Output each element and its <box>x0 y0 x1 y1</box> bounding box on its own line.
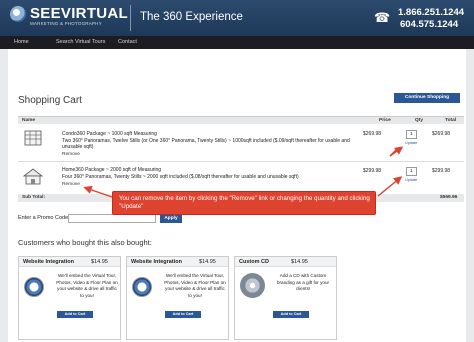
apply-button[interactable]: Apply <box>160 214 182 223</box>
remove-link[interactable]: Remove <box>62 152 80 157</box>
product-card: Custom CD $14.95 Add a CD with Custom br… <box>234 256 337 340</box>
add-to-cart-button[interactable]: Add to Cart <box>165 311 201 318</box>
row-divider <box>18 161 464 162</box>
product-name[interactable]: Website Integration <box>23 259 74 265</box>
item-price: $299.98 <box>363 168 382 174</box>
cd-disc-icon <box>240 273 265 298</box>
annotation-callout: You can remove the item by clicking the … <box>112 191 376 215</box>
nav-contact[interactable]: Contact <box>118 39 137 45</box>
cart-item-title: Condo360 Package ~ 1000 sqft Measuring <box>62 131 157 137</box>
promo-code-label: Enter a Promo Code: <box>18 215 70 221</box>
cart-table-header: Name Price Qty Total <box>18 116 464 124</box>
product-price: $14.95 <box>199 259 216 265</box>
house-icon <box>22 168 44 185</box>
product-description: We'll embed the Virtual Tour, Photos, Vi… <box>164 273 226 298</box>
column-qty: Qty <box>415 118 423 123</box>
subtotal-value: $569.96 <box>440 195 458 200</box>
promo-code-input[interactable] <box>68 214 156 223</box>
card-header: Website Integration $14.95 <box>127 257 228 267</box>
product-price: $14.95 <box>91 259 108 265</box>
phone-icon: ☎ <box>374 10 391 25</box>
card-header: Website Integration $14.95 <box>19 257 120 267</box>
product-name[interactable]: Custom CD <box>239 259 269 265</box>
card-header: Custom CD $14.95 <box>235 257 336 267</box>
item-price: $269.98 <box>363 131 382 137</box>
cart-item-title: Home360 Package ~ 2000 sqft of Measuring <box>62 167 162 173</box>
logo-text[interactable]: SEEVIRTUAL <box>30 5 128 22</box>
product-card: Website Integration $14.95 We'll embed t… <box>126 256 229 340</box>
cart-item-description: Two 360° Panoramas, Twelve Stills (or On… <box>62 138 350 151</box>
quantity-input[interactable]: 1 <box>406 167 417 176</box>
logo-subtitle: MARKETING & PHOTOGRAPHY <box>30 21 102 26</box>
add-to-cart-button[interactable]: Add to Cart <box>57 311 93 318</box>
product-name[interactable]: Website Integration <box>131 259 182 265</box>
update-link[interactable]: Update <box>405 141 417 145</box>
remove-link[interactable]: Remove <box>62 182 80 187</box>
globe-logo-icon[interactable] <box>10 6 26 22</box>
column-price: Price <box>379 118 391 123</box>
column-total: Total <box>445 118 457 123</box>
nav-home[interactable]: Home <box>14 39 29 45</box>
phone-number-2: 604.575.1244 <box>400 19 459 30</box>
quantity-input[interactable]: 1 <box>406 130 417 139</box>
main-nav: Home Search Virtual Tours Contact <box>0 36 474 49</box>
cart-item-description: Four 360° Panoramas, Twenty Stills ~ 200… <box>62 174 299 180</box>
product-card: Website Integration $14.95 We'll embed t… <box>18 256 121 340</box>
condo-building-icon <box>24 130 42 146</box>
continue-shopping-button[interactable]: Continue Shopping <box>394 93 460 103</box>
update-link[interactable]: Update <box>405 178 417 182</box>
also-bought-title: Customers who bought this also bought: <box>18 238 152 247</box>
product-price: $14.95 <box>291 259 308 265</box>
header-divider <box>130 5 131 31</box>
site-header: SEEVIRTUAL MARKETING & PHOTOGRAPHY The 3… <box>0 0 474 36</box>
integration-badge-icon <box>132 277 152 297</box>
item-total: $269.98 <box>432 131 451 137</box>
phone-number-1: 1.866.251.1244 <box>398 7 465 18</box>
nav-search-virtual-tours[interactable]: Search Virtual Tours <box>56 39 105 45</box>
integration-badge-icon <box>24 277 44 297</box>
column-name: Name <box>22 118 36 123</box>
add-to-cart-button[interactable]: Add to Cart <box>273 311 309 318</box>
tagline: The 360 Experience <box>140 11 243 23</box>
item-total: $299.98 <box>432 168 451 174</box>
product-description: We'll embed the Virtual Tour, Photos, Vi… <box>56 273 118 298</box>
subtotal-label: Sub Total: <box>22 195 46 200</box>
page-title: Shopping Cart <box>18 95 82 106</box>
product-description: Add a CD with Custom branding as a gift … <box>276 273 330 291</box>
